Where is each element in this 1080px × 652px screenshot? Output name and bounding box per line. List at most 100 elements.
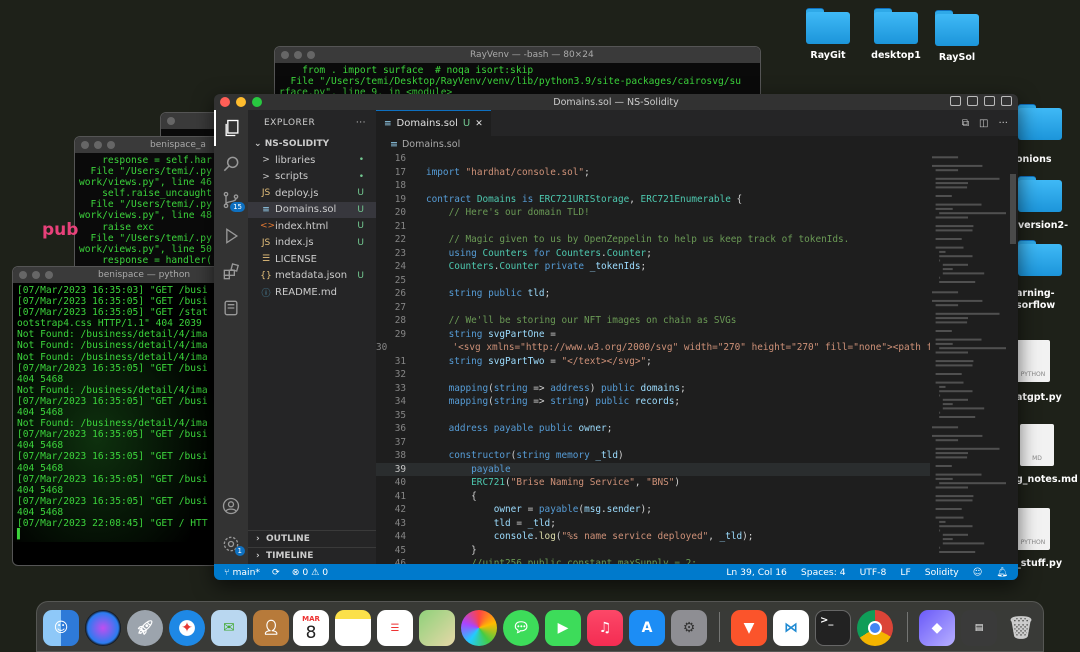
minimize-button[interactable] [236, 97, 246, 107]
zoom-dot[interactable] [45, 271, 53, 279]
tree-item-libraries[interactable]: > libraries • [248, 152, 376, 169]
minimap[interactable] [930, 152, 1006, 564]
customize-layout-icon[interactable] [1001, 96, 1012, 106]
code-line[interactable]: 28 // We'll be storing our NFT images on… [376, 314, 930, 328]
dock-reminders[interactable]: ☰ [377, 610, 413, 646]
tree-item-readme-md[interactable]: ⓘ README.md [248, 284, 376, 301]
language-mode[interactable]: Solidity [925, 567, 959, 578]
notifications-icon[interactable]: 🔔︎ [996, 567, 1008, 578]
dock-mail[interactable]: ✉ [211, 610, 247, 646]
code-line[interactable]: 45 } [376, 544, 930, 558]
tree-item-index-html[interactable]: <> index.html U [248, 218, 376, 235]
dock-contacts[interactable]: 👤︎ [253, 610, 289, 646]
indentation[interactable]: Spaces: 4 [801, 567, 846, 578]
code-line[interactable]: 25 [376, 274, 930, 288]
minimize-dot[interactable] [32, 271, 40, 279]
code-line[interactable]: 24 Counters.Counter private _tokenIds; [376, 260, 930, 274]
dock-calendar[interactable]: MAR 8 [293, 610, 329, 646]
code-line[interactable]: 33 mapping(string => address) public dom… [376, 382, 930, 396]
code-line[interactable]: 17 import "hardhat/console.sol"; [376, 166, 930, 180]
code-line[interactable]: 46 //uint256 public constant maxSupply =… [376, 557, 930, 564]
code-line[interactable]: 26 string public tld; [376, 287, 930, 301]
dock-system-preferences[interactable]: ⚙ [671, 610, 707, 646]
code-line[interactable]: 19 contract Domains is ERC721URIStorage, … [376, 193, 930, 207]
code-line[interactable]: 30 '<svg xmlns="http://www.w3.org/2000/s… [376, 341, 930, 355]
code-line[interactable]: 27 [376, 301, 930, 315]
code-line[interactable]: 32 [376, 368, 930, 382]
encoding[interactable]: UTF-8 [860, 567, 887, 578]
code-line[interactable]: 16 [376, 152, 930, 166]
desktop-folder-raysol[interactable]: RaySol [922, 10, 992, 63]
close-dot[interactable] [81, 141, 89, 149]
more-actions-icon[interactable]: ··· [998, 118, 1008, 129]
zoom-dot[interactable] [107, 141, 115, 149]
dock-notes[interactable] [335, 610, 371, 646]
tab-domains-sol[interactable]: ≡ Domains.sol U ✕ [376, 110, 491, 136]
dock-maps[interactable] [419, 610, 455, 646]
toggle-secondary-sidebar-icon[interactable] [984, 96, 995, 106]
feedback-icon[interactable]: ☺ [973, 567, 983, 578]
split-editor-icon[interactable]: ◫ [979, 118, 988, 129]
run-debug-icon[interactable] [214, 218, 248, 254]
minimize-dot[interactable] [294, 51, 302, 59]
cursor-position[interactable]: Ln 39, Col 16 [726, 567, 787, 578]
terminal-titlebar[interactable]: benispace — python [13, 267, 223, 283]
branch-indicator[interactable]: ⑂ main* [224, 567, 260, 578]
code-line[interactable]: 36 address payable public owner; [376, 422, 930, 436]
code-line[interactable]: 23 using Counters for Counters.Counter; [376, 247, 930, 261]
code-line[interactable]: 41 { [376, 490, 930, 504]
workspace-folder-title[interactable]: ⌄ NS-SOLIDITY [248, 136, 376, 152]
dock-safari[interactable]: ✦ [169, 610, 205, 646]
terminal-benispace-a[interactable]: benispace_a response = self.har File "/U… [74, 136, 224, 276]
problems-indicator[interactable]: ⊗ 0 ⚠ 0 [292, 567, 328, 578]
code-line[interactable]: 44 console.log("%s name service deployed… [376, 530, 930, 544]
vscode-window[interactable]: Domains.sol — NS-Solidity 15 1 EXPLORER … [214, 94, 1018, 580]
editor-area[interactable]: ≡ Domains.sol U ✕ ⧉ ◫ ··· ≡ Domains.sol … [376, 110, 1018, 564]
dock-music[interactable]: ♫ [587, 610, 623, 646]
code-line[interactable]: 39 payable [376, 462, 930, 476]
dock-terminal[interactable]: >_ [815, 610, 851, 646]
code-line[interactable]: 38 constructor(string memory _tld) [376, 449, 930, 463]
more-actions-icon[interactable]: ··· [356, 118, 366, 128]
dock-trash[interactable]: 🗑︎ [1003, 610, 1039, 646]
close-button[interactable] [220, 97, 230, 107]
code-editor[interactable]: 16 17 import "hardhat/console.sol"; 18 19 con… [376, 152, 930, 564]
dock-messages[interactable]: 💬︎ [503, 610, 539, 646]
dock-facetime[interactable]: ▶ [545, 610, 581, 646]
scrollbar-thumb[interactable] [1010, 174, 1016, 244]
code-line[interactable]: 21 [376, 220, 930, 234]
close-tab-icon[interactable]: ✕ [475, 119, 483, 129]
dock-preview[interactable]: ◆ [919, 610, 955, 646]
close-dot[interactable] [19, 271, 27, 279]
code-line[interactable]: 43 tld = _tld; [376, 517, 930, 531]
breadcrumb[interactable]: ≡ Domains.sol [376, 136, 1018, 152]
dock-finder[interactable]: ☺ [43, 610, 79, 646]
dock-siri[interactable] [85, 610, 121, 646]
search-icon[interactable] [214, 146, 248, 182]
settings-gear-icon[interactable]: 1 [214, 526, 248, 562]
code-line[interactable]: 35 [376, 409, 930, 423]
source-control-icon[interactable]: 15 [214, 182, 248, 218]
tree-item-metadata-json[interactable]: {} metadata.json U [248, 268, 376, 285]
terminal-benispace-python[interactable]: benispace — python [07/Mar/2023 16:35:03… [12, 266, 224, 566]
dock-vscode[interactable]: ⋈ [773, 610, 809, 646]
timeline-section[interactable]: › TIMELINE [248, 547, 376, 564]
dock-chrome[interactable] [857, 610, 893, 646]
code-line[interactable]: 18 [376, 179, 930, 193]
terminal-titlebar[interactable]: benispace_a [75, 137, 223, 153]
outline-section[interactable]: › OUTLINE [248, 530, 376, 547]
code-line[interactable]: 22 // Magic given to us by OpenZeppelin … [376, 233, 930, 247]
code-line[interactable]: 42 owner = payable(msg.sender); [376, 503, 930, 517]
dock-photos[interactable] [461, 610, 497, 646]
zoom-button[interactable] [252, 97, 262, 107]
zoom-dot[interactable] [307, 51, 315, 59]
code-line[interactable]: 31 string svgPartTwo = "</text></svg>"; [376, 355, 930, 369]
sync-icon[interactable]: ⟳ [272, 567, 280, 578]
dock-app-store[interactable]: A [629, 610, 665, 646]
explorer-icon[interactable] [214, 110, 248, 146]
compare-icon[interactable]: ⧉ [962, 118, 969, 129]
extensions-icon[interactable] [214, 254, 248, 290]
remote-explorer-icon[interactable] [214, 290, 248, 326]
terminal-titlebar[interactable]: RayVenv — -bash — 80×24 [275, 47, 760, 63]
dock-launchpad[interactable]: 🚀︎ [127, 610, 163, 646]
